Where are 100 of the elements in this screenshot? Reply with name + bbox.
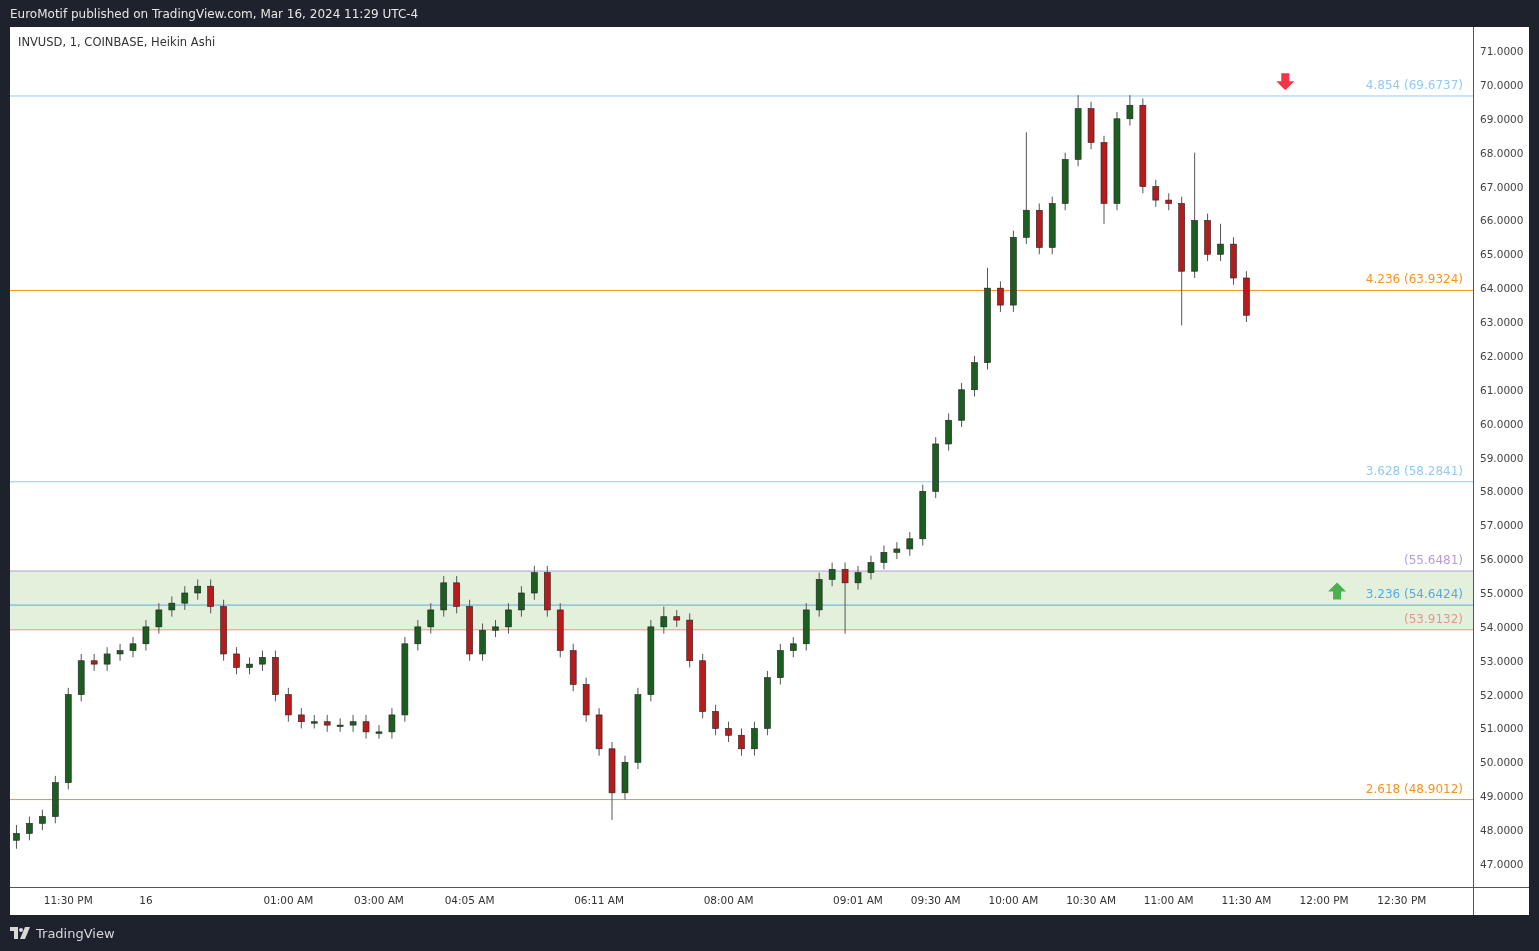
candle [298,707,305,729]
candle [272,650,279,702]
candle [129,636,137,658]
candle [90,653,98,672]
candle [103,646,111,672]
time-axis-label: 11:30 PM [43,894,93,906]
level-label: 3.236 (54.6424) [1365,587,1463,602]
time-axis-label: 12:30 PM [1377,894,1427,906]
candle [751,721,758,757]
price-axis-label: 54.0000 [1480,620,1524,633]
candle [1204,213,1211,262]
chart-title: INVUSD, 1, COINBASE, Heikin Ashi [18,35,216,49]
candle [777,643,784,685]
price-axis-label: 64.0000 [1480,282,1524,295]
brand-name: TradingView [36,925,115,941]
price-axis-label: 65.0000 [1480,248,1524,261]
candle [1061,152,1069,211]
price-axis-label: 66.0000 [1480,214,1524,227]
price-axis-label: 58.0000 [1480,485,1524,498]
candle [997,280,1004,313]
candle [285,687,292,723]
candle [673,609,681,628]
price-axis-label: 69.0000 [1480,112,1524,125]
candle [595,707,603,757]
candle [77,653,85,702]
candle [52,775,59,824]
candle [453,575,460,614]
candle [505,602,512,635]
candle [880,545,888,570]
candle [440,575,448,618]
candle [531,565,538,601]
candle [194,578,202,601]
candle [764,670,771,736]
candle [867,555,875,580]
price-axis-label: 57.0000 [1480,519,1524,532]
candle [116,643,124,662]
candle [621,755,629,801]
price-axis-label: 62.0000 [1480,349,1524,362]
candle [39,809,46,831]
candle [336,717,344,733]
candle [388,707,396,740]
candle [349,714,357,733]
time-axis-label: 11:30 AM [1221,894,1272,906]
candle [13,824,20,850]
candle [686,612,693,668]
candle [828,562,836,587]
candle [142,619,150,652]
publication-info: EuroMotif published on TradingView.com, Mar 16, 2024 11:29 UTC-4 [10,6,419,21]
time-axis-label: 06:11 AM [574,894,624,906]
price-axis-label: 59.0000 [1480,451,1524,464]
candle [958,382,965,428]
candle [582,677,590,723]
candle [518,585,525,618]
candle [207,578,214,614]
level-label: 4.854 (69.6737) [1365,77,1463,92]
candle [259,650,266,672]
time-axis-label: 04:05 AM [444,894,495,906]
candle [660,606,668,635]
level-label: (55.6481) [1404,553,1463,568]
candle [1087,101,1095,150]
candle [375,724,383,740]
candle [310,714,318,729]
candle [738,728,745,757]
candle [906,531,914,557]
price-axis-label: 51.0000 [1480,722,1524,735]
candle [854,565,862,591]
candle [362,714,370,740]
candle [815,572,823,618]
candle [1217,223,1224,262]
price-axis-label: 55.0000 [1480,587,1524,599]
price-axis-label: 49.0000 [1480,790,1524,803]
price-axis-label: 68.0000 [1480,146,1524,159]
candle [1243,270,1250,323]
candle [492,619,499,638]
time-axis-label: 10:30 AM [1066,894,1116,906]
candle [427,602,435,635]
candle [246,656,253,675]
candle [802,602,810,652]
price-axis-label: 70.0000 [1480,78,1524,91]
price-axis-label: 67.0000 [1480,180,1524,193]
price-axis-label: 61.0000 [1480,383,1524,396]
candle [155,602,163,635]
candle [893,541,901,560]
candle [712,704,719,736]
candle [1152,179,1160,208]
time-axis-label: 16 [139,894,153,906]
candle [220,599,227,662]
candle [168,595,176,618]
price-axis-label: 50.0000 [1480,756,1524,769]
price-axis-label: 60.0000 [1480,417,1524,430]
price-axis-label: 63.0000 [1480,316,1524,328]
candle [466,599,473,662]
candle [1126,94,1134,127]
price-axis-label: 48.0000 [1480,824,1524,837]
candle [233,646,240,675]
candle [790,636,797,658]
time-axis-label: 01:00 AM [263,894,314,906]
level-label: 4.236 (63.9324) [1365,272,1463,287]
logo-icon [10,927,30,939]
candle [919,484,927,547]
